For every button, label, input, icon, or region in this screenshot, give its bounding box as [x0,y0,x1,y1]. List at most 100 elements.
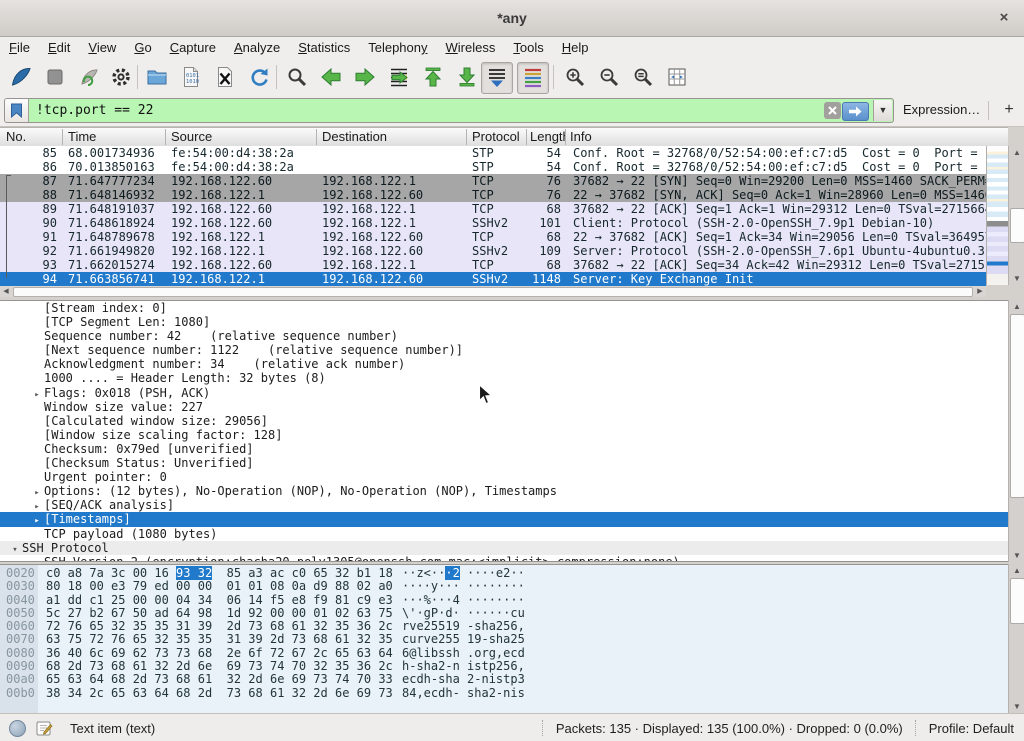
go-first-button[interactable] [418,62,448,92]
detail-line[interactable]: ▸SSH Version 2 (encryption:chacha20-poly… [0,555,1008,562]
colorize-button[interactable] [517,62,549,94]
zoom-original-button[interactable] [628,62,658,92]
auto-scroll-button[interactable] [481,62,513,94]
col-header-length[interactable]: Length [530,128,566,145]
detail-line[interactable]: ▸[SEQ/ACK analysis] [0,498,1008,512]
scroll-up-arrow[interactable]: ▲ [1009,146,1024,159]
hex-row[interactable]: 007063 75 72 76 65 32 35 35 31 39 2d 73 … [0,633,1008,646]
detail-line[interactable]: [Window size scaling factor: 128] [0,428,1008,442]
detail-line[interactable]: [Next sequence number: 1122 (relative se… [0,343,1008,357]
detail-line[interactable]: ▸[Timestamps] [0,512,1008,526]
zoom-out-button[interactable] [594,62,624,92]
packet-row-91[interactable]: 9171.648789678192.168.122.1192.168.122.6… [0,230,986,244]
menu-edit[interactable]: Edit [39,37,79,59]
menu-capture[interactable]: Capture [161,37,225,59]
close-file-button[interactable] [210,62,240,92]
capture-comment-icon[interactable] [36,720,53,737]
menu-tools[interactable]: Tools [504,37,552,59]
packet-list-vscrollbar[interactable]: ▲ ▼ [1008,146,1024,285]
hex-row[interactable]: 0020c0 a8 7a 3c 00 16 93 32 85 a3 ac c0 … [0,567,1008,580]
menu-view[interactable]: View [79,37,125,59]
col-header-destination[interactable]: Destination [322,128,387,145]
hex-row[interactable]: 003080 18 00 e3 79 ed 00 00 01 01 08 0a … [0,580,1008,593]
scroll-right-arrow[interactable]: ▶ [974,286,986,297]
scrollbar-thumb[interactable] [13,287,973,297]
detail-line[interactable]: Urgent pointer: 0 [0,470,1008,484]
detail-line[interactable]: 1000 .... = Header Length: 32 bytes (8) [0,371,1008,385]
col-header-source[interactable]: Source [171,128,212,145]
start-capture-button[interactable] [6,62,36,92]
hex-row[interactable]: 009068 2d 73 68 61 32 2d 6e 69 73 74 70 … [0,660,1008,673]
stop-capture-button[interactable] [40,62,70,92]
detail-line[interactable]: [Stream index: 0] [0,301,1008,315]
restart-capture-button[interactable] [74,62,104,92]
packet-row-92[interactable]: 9271.661949820192.168.122.1192.168.122.6… [0,244,986,258]
scroll-up-arrow[interactable]: ▲ [1009,300,1024,313]
menu-telephony[interactable]: Telephony [359,37,436,59]
detail-line[interactable]: Window size value: 227 [0,400,1008,414]
detail-line[interactable]: [TCP Segment Len: 1080] [0,315,1008,329]
zoom-in-button[interactable] [560,62,590,92]
detail-line[interactable]: ▸Options: (12 bytes), No-Operation (NOP)… [0,484,1008,498]
column-divider[interactable] [526,129,527,145]
scroll-up-arrow[interactable]: ▲ [1009,564,1024,577]
packet-row-94[interactable]: 9471.663856741192.168.122.1192.168.122.6… [0,272,986,286]
menu-file[interactable]: File [0,37,39,59]
scroll-left-arrow[interactable]: ◀ [0,286,12,297]
col-header-protocol[interactable]: Protocol [472,128,520,145]
scrollbar-thumb[interactable] [1010,578,1024,624]
go-to-packet-button[interactable] [384,62,414,92]
col-header-info[interactable]: Info [570,128,592,145]
column-divider[interactable] [62,129,63,145]
detail-line[interactable]: Acknowledgment number: 34 (relative ack … [0,357,1008,371]
menu-statistics[interactable]: Statistics [289,37,359,59]
filter-clear-button[interactable] [824,102,841,119]
menu-wireless[interactable]: Wireless [437,37,505,59]
find-packet-button[interactable] [282,62,312,92]
packet-row-89[interactable]: 8971.648191037192.168.122.60192.168.122.… [0,202,986,216]
col-header-no[interactable]: No. [6,128,26,145]
scrollbar-thumb[interactable] [1010,314,1024,498]
detail-line[interactable]: ▸Flags: 0x018 (PSH, ACK) [0,386,1008,400]
packet-row-87[interactable]: 8771.647777234192.168.122.60192.168.122.… [0,174,986,188]
col-header-time[interactable]: Time [68,128,96,145]
scroll-down-arrow[interactable]: ▼ [1009,549,1024,562]
packet-row-88[interactable]: 8871.648146932192.168.122.1192.168.122.6… [0,188,986,202]
hex-row[interactable]: 008036 40 6c 69 62 73 73 68 2e 6f 72 67 … [0,647,1008,660]
intelligent-scrollbar-minimap[interactable] [986,146,1009,285]
menu-go[interactable]: Go [125,37,160,59]
packet-row-90[interactable]: 9071.648618924192.168.122.60192.168.122.… [0,216,986,230]
add-filter-button[interactable]: + [998,95,1020,126]
packet-row-86[interactable]: 8670.013850163fe:54:00:d4:38:2aSTP54Conf… [0,160,986,174]
packet-list-hscrollbar[interactable]: ◀ ▶ [0,286,986,297]
filter-dropdown-button[interactable]: ▼ [873,100,892,121]
display-filter-input[interactable]: !tcp.port == 22 ▼ [4,98,894,123]
scroll-down-arrow[interactable]: ▼ [1009,272,1024,285]
packet-row-85[interactable]: 8568.001734936fe:54:00:d4:38:2aSTP54Conf… [0,146,986,160]
column-divider[interactable] [316,129,317,145]
detail-line[interactable]: Sequence number: 42 (relative sequence n… [0,329,1008,343]
column-divider[interactable] [165,129,166,145]
expert-info-icon[interactable] [9,720,26,737]
open-file-button[interactable] [142,62,172,92]
menu-help[interactable]: Help [553,37,598,59]
details-vscrollbar[interactable]: ▲ ▼ [1008,300,1024,562]
scrollbar-thumb[interactable] [1010,208,1024,243]
hex-row[interactable]: 00505c 27 b2 67 50 ad 64 98 1d 92 00 00 … [0,607,1008,620]
close-button[interactable]: × [994,8,1014,28]
detail-line[interactable]: TCP payload (1080 bytes) [0,527,1008,541]
go-last-button[interactable] [452,62,482,92]
resize-columns-button[interactable] [662,62,692,92]
detail-line[interactable]: [Calculated window size: 29056] [0,414,1008,428]
save-file-button[interactable]: 01011010 [176,62,206,92]
detail-line[interactable]: Checksum: 0x79ed [unverified] [0,442,1008,456]
menu-analyze[interactable]: Analyze [225,37,289,59]
hex-vscrollbar[interactable]: ▲ ▼ [1008,564,1024,713]
filter-apply-button[interactable] [842,102,869,121]
go-forward-button[interactable] [350,62,380,92]
hex-row[interactable]: 0040a1 dd c1 25 00 00 04 34 06 14 f5 e8 … [0,594,1008,607]
expression-button[interactable]: Expression… [903,95,980,126]
hex-row[interactable]: 00b038 34 2c 65 63 64 68 2d 73 68 61 32 … [0,687,1008,700]
hex-row[interactable]: 006072 76 65 32 35 35 31 39 2d 73 68 61 … [0,620,1008,633]
go-back-button[interactable] [316,62,346,92]
